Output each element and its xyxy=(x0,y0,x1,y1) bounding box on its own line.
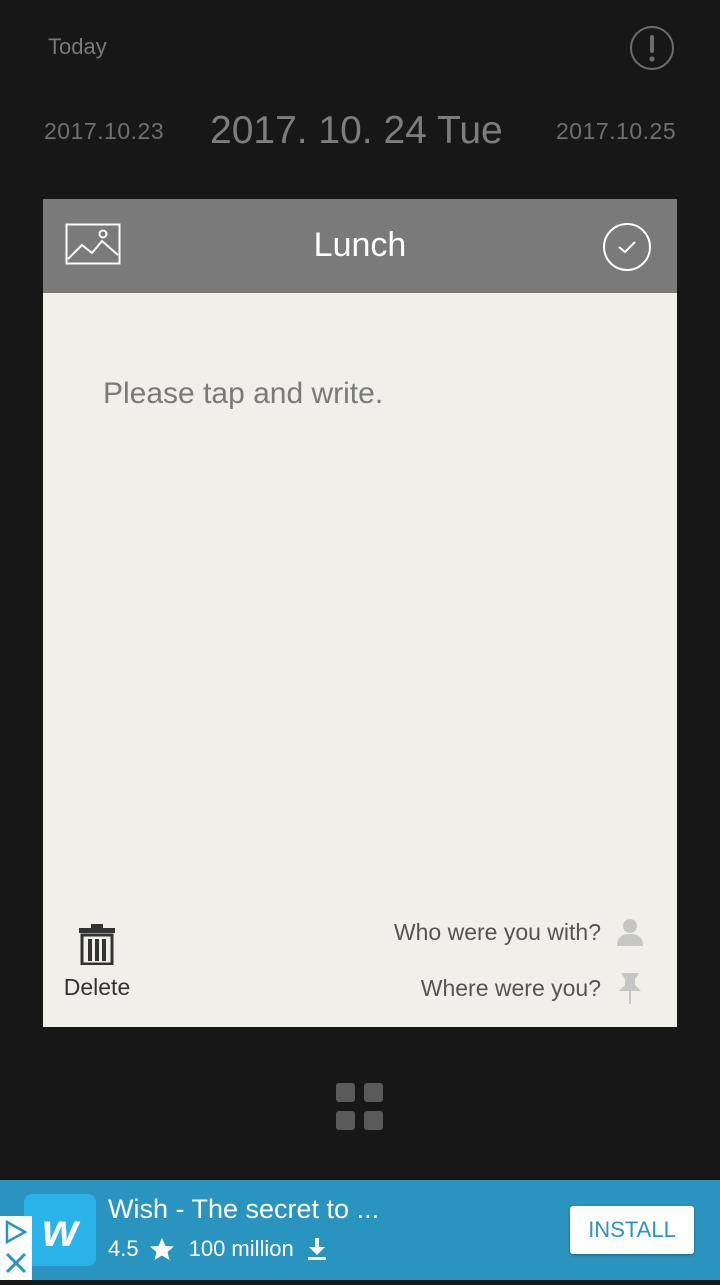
previous-date[interactable]: 2017.10.23 xyxy=(44,118,164,145)
star-icon xyxy=(149,1238,174,1260)
location-field[interactable]: Where were you? xyxy=(421,971,645,1005)
install-button[interactable]: INSTALL xyxy=(570,1206,694,1254)
companion-field[interactable]: Who were you with? xyxy=(394,917,645,947)
person-icon xyxy=(617,919,643,946)
check-icon xyxy=(618,241,636,254)
confirm-button[interactable] xyxy=(603,223,651,271)
grid-menu-icon-cell xyxy=(364,1083,383,1102)
trash-icon xyxy=(79,924,115,966)
info-button[interactable] xyxy=(630,26,674,70)
meal-entry-card: Lunch Please tap and write. Delete Who w… xyxy=(43,199,677,1027)
next-date[interactable]: 2017.10.25 xyxy=(556,118,676,145)
ad-meta: 4.5 100 million xyxy=(108,1236,328,1262)
current-date: 2017. 10. 24 Tue xyxy=(210,109,503,152)
delete-button[interactable]: Delete xyxy=(57,923,137,1013)
grid-menu-icon xyxy=(336,1083,355,1102)
wish-logo: w xyxy=(24,1194,96,1266)
card-header: Lunch xyxy=(43,199,677,293)
location-label: Where were you? xyxy=(420,974,601,1001)
ad-banner[interactable]: w Wish - The secret to ... 4.5 100 milli… xyxy=(0,1180,720,1280)
companion-label: Who were you with? xyxy=(393,918,601,945)
grid-menu-icon-cell xyxy=(364,1111,383,1130)
ad-title: Wish - The secret to ... xyxy=(108,1194,380,1224)
pin-icon xyxy=(619,973,641,1004)
ad-choices-badge[interactable] xyxy=(0,1216,32,1280)
exclamation-icon xyxy=(649,35,655,62)
grid-menu-icon-cell xyxy=(336,1111,355,1130)
meal-title: Lunch xyxy=(313,226,407,264)
ad-rating: 4.5 xyxy=(108,1236,139,1261)
today-button[interactable]: Today xyxy=(48,34,107,60)
download-icon xyxy=(307,1238,326,1260)
grid-menu-button[interactable] xyxy=(336,1083,384,1131)
note-text-area[interactable]: Please tap and write. xyxy=(103,377,623,411)
delete-label: Delete xyxy=(63,974,131,1000)
ad-choices-icon xyxy=(5,1219,28,1274)
ad-installs: 100 million xyxy=(188,1236,294,1261)
